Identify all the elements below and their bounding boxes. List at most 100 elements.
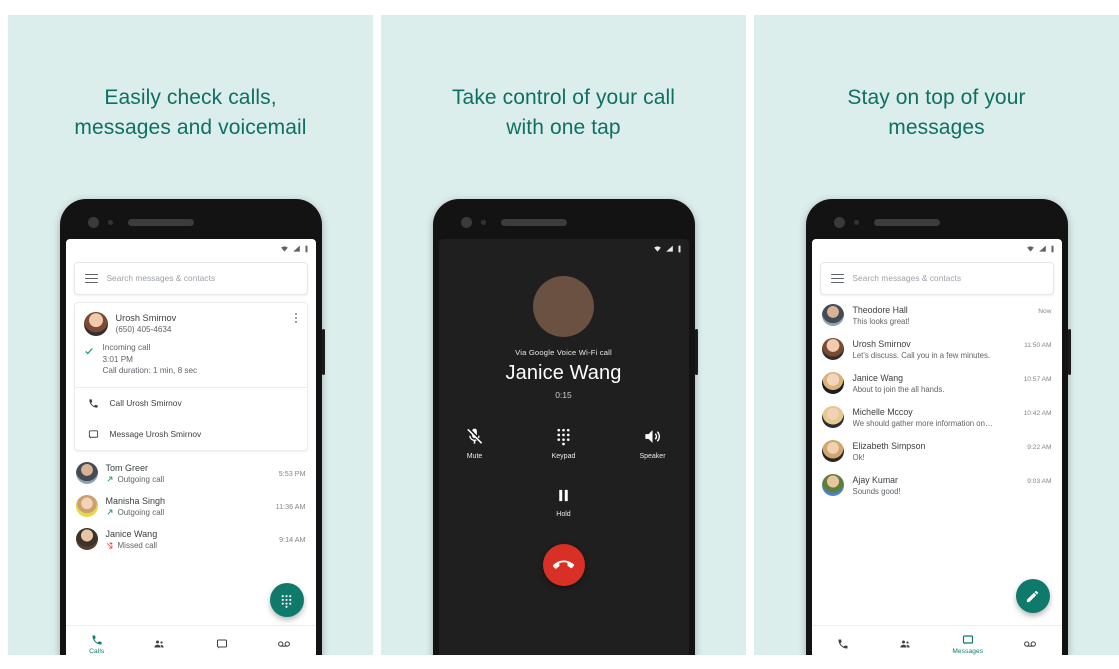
panel-headline: Easily check calls, messages and voicema… xyxy=(8,83,373,143)
end-call-button[interactable] xyxy=(542,544,585,586)
status-bar xyxy=(66,239,316,257)
outgoing-call-icon xyxy=(106,476,112,482)
message-action-label: Message Urosh Smirnov xyxy=(109,429,202,439)
battery-icon xyxy=(1051,245,1053,253)
mute-label: Mute xyxy=(466,453,483,460)
headline-line-2: with one tap xyxy=(506,116,621,139)
list-item[interactable]: Urosh Smirnov 11:50 AM Let's discuss. Ca… xyxy=(812,332,1062,366)
nav-item-voicemail[interactable] xyxy=(999,626,1062,655)
list-item[interactable]: Ajay Kumar 9:03 AM Sounds good! xyxy=(812,468,1062,502)
call-type: Outgoing call xyxy=(117,507,165,517)
dialpad-icon xyxy=(557,428,570,446)
compose-message-fab[interactable] xyxy=(1015,579,1050,613)
call-type: Missed call xyxy=(117,540,158,550)
phone-bezel-top xyxy=(66,205,316,239)
avatar xyxy=(821,474,844,496)
message-snippet: Sounds good! xyxy=(852,487,901,496)
speaker-label: Speaker xyxy=(639,453,666,460)
camera-lens-icon xyxy=(87,216,99,228)
voicemail-icon xyxy=(278,640,291,647)
headline-line-1: Stay on top of your xyxy=(847,86,1026,109)
sensor-dot-icon xyxy=(853,219,859,225)
keypad-label: Keypad xyxy=(551,453,576,460)
voicemail-icon xyxy=(1024,640,1037,647)
list-item[interactable]: Elizabeth Simpson 9:22 AM Ok! xyxy=(812,434,1062,468)
nav-item-contacts[interactable] xyxy=(874,626,937,655)
search-bar[interactable]: Search messages & contacts xyxy=(819,262,1054,295)
hold-label: Hold xyxy=(556,511,571,518)
panel-headline: Stay on top of your messages xyxy=(754,83,1119,143)
list-item[interactable]: Michelle Mccoy 10:42 AM We should gather… xyxy=(812,400,1062,434)
mute-button[interactable]: Mute xyxy=(454,427,496,460)
call-timer: 0:15 xyxy=(555,390,572,400)
nav-item-calls[interactable] xyxy=(812,626,875,655)
keypad-button[interactable]: Keypad xyxy=(543,427,585,460)
phone-side-button xyxy=(694,329,698,375)
hold-button[interactable]: Hold xyxy=(543,487,585,518)
list-item[interactable]: Janice Wang 10:57 AM About to join the a… xyxy=(812,366,1062,400)
speaker-icon xyxy=(645,430,660,443)
earpiece-speaker xyxy=(873,218,940,226)
list-item[interactable]: Theodore Hall Now This looks great! xyxy=(812,298,1062,332)
list-item[interactable]: Janice Wang Missed call 9:14 AM xyxy=(66,523,316,556)
headline-line-1: Easily check calls, xyxy=(104,86,277,109)
nav-item-messages[interactable]: Messages xyxy=(937,626,1000,655)
search-bar[interactable]: Search messages & contacts xyxy=(73,262,308,295)
message-snippet: About to join the all hands. xyxy=(852,385,945,394)
promo-panel-messages: Stay on top of your messages Search mess… xyxy=(754,15,1119,655)
speaker-button[interactable]: Speaker xyxy=(632,427,674,460)
messages-icon xyxy=(87,429,100,440)
list-item[interactable]: Tom Greer Outgoing call 5:53 PM xyxy=(66,457,316,490)
wifi-icon xyxy=(653,246,661,252)
list-item[interactable]: Manisha Singh Outgoing call 11:36 AM xyxy=(66,490,316,523)
call-via-label: Via Google Voice Wi-Fi call xyxy=(515,348,612,357)
message-time: 11:50 AM xyxy=(1024,342,1052,349)
nav-item-voicemail[interactable] xyxy=(253,626,316,655)
earpiece-speaker xyxy=(127,218,194,226)
messages-icon xyxy=(216,639,227,649)
search-input[interactable]: Search messages & contacts xyxy=(853,274,962,283)
messages-icon xyxy=(962,635,973,645)
camera-lens-icon xyxy=(833,216,845,228)
call-contact-action[interactable]: Call Urosh Smirnov xyxy=(75,388,307,419)
menu-icon[interactable] xyxy=(830,273,844,284)
nav-item-messages[interactable] xyxy=(191,626,254,655)
call-duration: Call duration: 1 min, 8 sec xyxy=(102,366,198,375)
nav-item-calls[interactable]: Calls xyxy=(66,626,129,655)
phone-mockup: Via Google Voice Wi-Fi call Janice Wang … xyxy=(432,199,698,655)
phone-bezel-top xyxy=(812,205,1062,239)
mic-off-icon xyxy=(467,428,483,444)
caller-name: Manisha Singh xyxy=(105,495,166,506)
status-bar xyxy=(439,239,689,257)
sensor-dot-icon xyxy=(107,219,113,225)
more-options-icon[interactable] xyxy=(294,313,297,323)
callee-avatar xyxy=(533,276,594,337)
phone-side-button xyxy=(1067,329,1071,375)
outgoing-call-icon xyxy=(106,509,112,515)
phone-screen-in-call: Via Google Voice Wi-Fi call Janice Wang … xyxy=(438,239,689,655)
caller-name: Tom Greer xyxy=(105,462,149,473)
dialpad-icon xyxy=(281,594,292,608)
menu-icon[interactable] xyxy=(84,273,98,284)
end-call-icon xyxy=(553,560,574,569)
call-time: 3:01 PM xyxy=(102,354,134,364)
battery-icon xyxy=(305,245,307,253)
phone-bezel-top xyxy=(439,205,689,239)
phone-side-button xyxy=(321,329,325,375)
sensor-dot-icon xyxy=(480,219,486,225)
avatar xyxy=(821,440,844,462)
message-contact-action[interactable]: Message Urosh Smirnov xyxy=(75,419,307,450)
messages-list: Theodore Hall Now This looks great! Uros… xyxy=(812,295,1062,625)
nav-item-contacts[interactable] xyxy=(128,626,191,655)
call-controls-row: Mute Keypad Speaker xyxy=(439,427,689,460)
message-time: 9:22 AM xyxy=(1027,444,1052,451)
promo-screenshot-row: Easily check calls, messages and voicema… xyxy=(0,0,1119,669)
contact-name: Urosh Smirnov xyxy=(115,313,177,323)
panel-headline: Take control of your call with one tap xyxy=(381,83,746,143)
avatar xyxy=(83,312,108,336)
earpiece-speaker xyxy=(500,218,567,226)
call-detail-card: Urosh Smirnov (650) 405-4634 Incoming ca… xyxy=(73,302,308,451)
search-input[interactable]: Search messages & contacts xyxy=(107,274,216,283)
dialpad-fab[interactable] xyxy=(269,583,304,617)
missed-call-icon xyxy=(106,542,112,549)
